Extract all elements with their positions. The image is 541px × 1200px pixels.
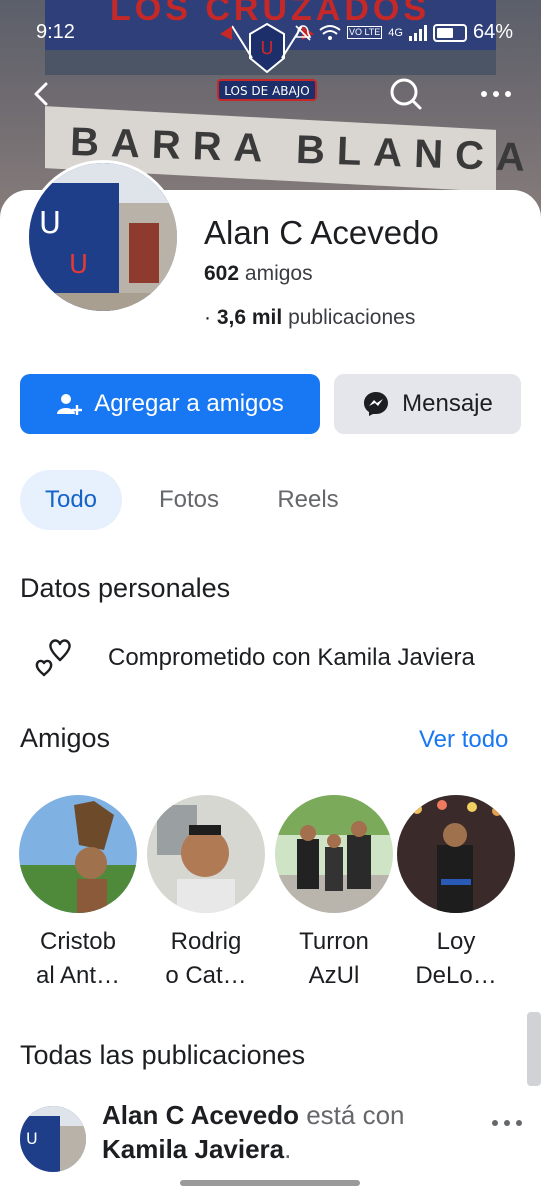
- friend-name-line: o Cat…: [165, 962, 247, 989]
- friend-photo: [147, 795, 265, 913]
- svg-text:U: U: [39, 206, 61, 241]
- more-icon: [492, 1120, 522, 1126]
- status-icons: VO LTE 4G 64%: [293, 21, 513, 44]
- tab-reels[interactable]: Reels: [264, 470, 352, 530]
- battery-level: 64%: [472, 21, 513, 43]
- tab-fotos[interactable]: Fotos: [146, 470, 232, 530]
- friend-name-line: Rodrig: [170, 928, 242, 955]
- friend-name-line: Cristob: [39, 928, 117, 955]
- friend-card[interactable]: Cristob al Ant…: [18, 795, 138, 993]
- friend-photo-image: [19, 795, 137, 913]
- tab-label: Fotos: [158, 486, 220, 513]
- signal-icon: [408, 24, 427, 41]
- svg-text:U: U: [69, 250, 88, 280]
- post-avatar-image: U: [20, 1106, 86, 1172]
- see-all-friends-link[interactable]: Ver todo: [419, 726, 508, 754]
- post-header: Alan C Acevedo está con: [102, 1100, 405, 1131]
- friend-card[interactable]: Turron AzUl: [274, 795, 394, 993]
- friend-photo-image: [147, 795, 265, 913]
- post-author-name[interactable]: Alan C Acevedo: [102, 1100, 299, 1130]
- post-tagged-name[interactable]: Kamila Javiera: [102, 1134, 284, 1164]
- more-icon: [481, 91, 511, 97]
- status-bar: 9:12 VO LTE 4G 64%: [0, 0, 541, 62]
- friend-name-line: al Ant…: [35, 962, 121, 989]
- friend-photo: [397, 795, 515, 913]
- post-with-text: está con: [306, 1100, 405, 1130]
- message-button[interactable]: Mensaje: [334, 374, 521, 434]
- posts-label: publicaciones: [288, 306, 416, 329]
- friends-count[interactable]: 602 amigos: [204, 262, 313, 286]
- network-type: 4G: [388, 26, 403, 39]
- add-friend-label: Agregar a amigos: [94, 390, 284, 417]
- friends-title: Amigos: [20, 723, 111, 753]
- logo-text: LOS DE ABAJO: [224, 84, 309, 98]
- all-posts-title: Todas las publicaciones: [20, 1040, 306, 1070]
- tab-label: Todo: [44, 486, 98, 513]
- svg-text:U: U: [26, 1129, 38, 1148]
- scrollbar[interactable]: [527, 1012, 541, 1086]
- tab-todo[interactable]: Todo: [20, 470, 122, 530]
- avatar-image: U U: [29, 163, 177, 311]
- add-person-icon: [57, 394, 83, 415]
- post-period: .: [284, 1134, 292, 1164]
- message-label: Mensaje: [402, 390, 493, 417]
- friend-name: Cristob al Ant…: [18, 925, 138, 993]
- posts-number: 3,6 mil: [216, 306, 283, 329]
- friends-number: 602: [204, 262, 240, 285]
- post-tagged: Kamila Javiera.: [102, 1134, 291, 1165]
- messenger-icon: [364, 392, 389, 416]
- relationship-status[interactable]: Comprometido con Kamila Javiera: [108, 644, 475, 672]
- status-time: 9:12: [36, 21, 75, 43]
- back-arrow-icon: [34, 82, 48, 106]
- friends-label: amigos: [244, 262, 313, 285]
- friend-photo-image: [397, 795, 515, 913]
- tab-label: Reels: [277, 486, 339, 513]
- search-button[interactable]: [384, 72, 428, 116]
- friend-name-line: DeLo…: [415, 962, 497, 989]
- battery-icon: [432, 23, 467, 42]
- hearts-icon: [35, 639, 71, 677]
- friend-name: Loy DeLo…: [396, 925, 516, 993]
- mute-icon: [294, 24, 312, 41]
- add-friend-button[interactable]: Agregar a amigos: [20, 374, 320, 434]
- post-options-button[interactable]: [491, 1108, 523, 1134]
- friend-photo: [275, 795, 393, 913]
- post-author-avatar[interactable]: U: [20, 1106, 86, 1172]
- back-button[interactable]: [22, 72, 66, 116]
- friend-name: Turron AzUl: [274, 925, 394, 993]
- friend-photo: [19, 795, 137, 913]
- wifi-icon: [319, 24, 341, 40]
- friend-photo-image: [275, 795, 393, 913]
- friend-name-line: AzUl: [308, 962, 360, 989]
- friend-name: Rodrig o Cat…: [146, 925, 266, 993]
- friend-name-line: Turron: [299, 928, 369, 955]
- profile-avatar[interactable]: U U: [26, 160, 180, 314]
- profile-name: Alan C Acevedo: [204, 214, 439, 251]
- friend-card[interactable]: Rodrig o Cat…: [146, 795, 266, 993]
- bullet: ·: [204, 306, 211, 329]
- friend-card[interactable]: Loy DeLo…: [396, 795, 516, 993]
- friend-name-line: Loy: [436, 928, 476, 955]
- home-indicator[interactable]: [180, 1180, 360, 1186]
- personal-details-title: Datos personales: [20, 573, 231, 603]
- posts-count: · 3,6 mil publicaciones: [204, 306, 415, 330]
- search-icon: [390, 78, 422, 110]
- volte-icon: VO LTE: [346, 26, 383, 39]
- more-options-button[interactable]: [474, 72, 518, 116]
